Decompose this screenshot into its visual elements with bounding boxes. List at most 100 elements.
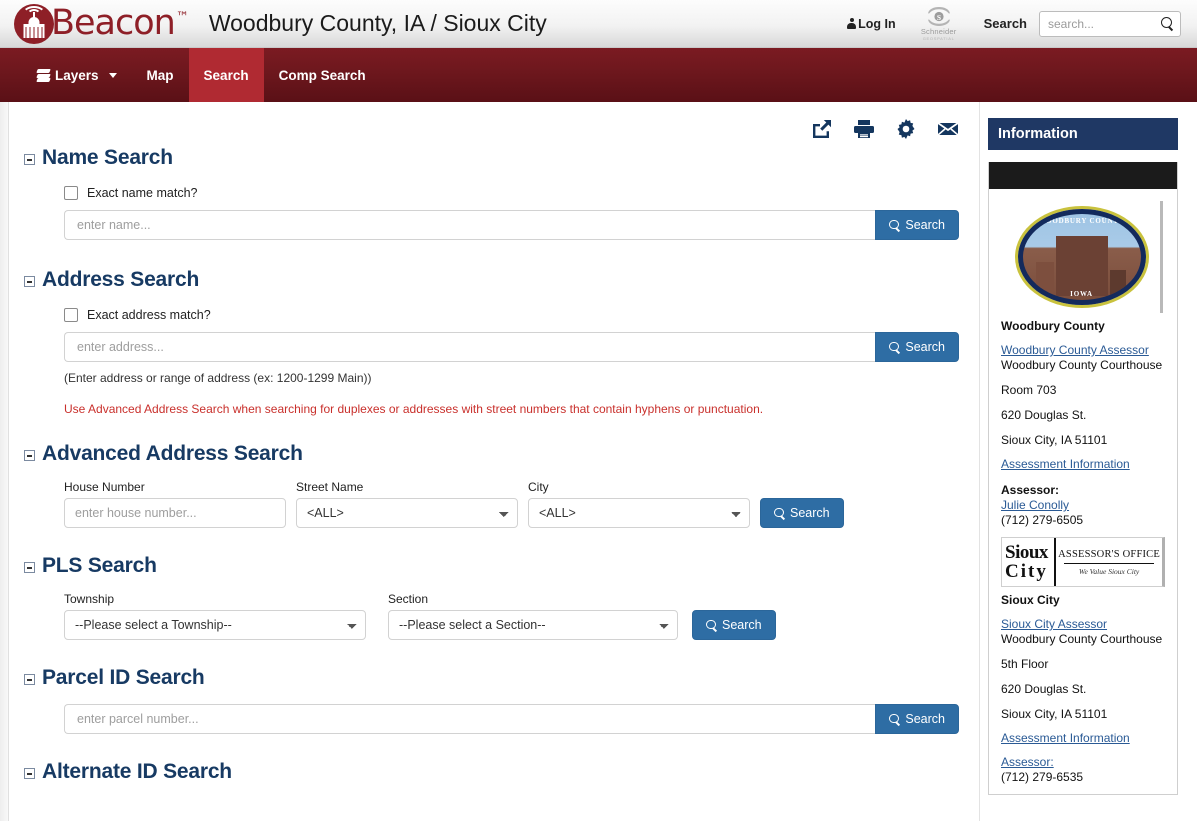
parcel-id-search-button-label: Search — [905, 712, 945, 726]
pls-search-button-label: Search — [722, 618, 762, 632]
schneider-s-icon: S — [926, 6, 952, 26]
section-label: Section — [388, 592, 429, 606]
city-field: City <ALL> — [528, 480, 750, 528]
parcel-id-search-header: Parcel ID Search — [24, 666, 979, 690]
beacon-logo-icon — [14, 3, 54, 44]
collapse-toggle-icon[interactable] — [24, 276, 35, 287]
nav-comp-search-label: Comp Search — [278, 67, 366, 83]
gear-icon[interactable] — [895, 118, 917, 140]
parcel-id-search-button[interactable]: Search — [875, 704, 959, 734]
exact-name-match-label: Exact name match? — [87, 186, 198, 200]
information-panel: WOODBURY COUNTY IOWA Woodbury County Woo… — [988, 162, 1178, 795]
header-actions: Log In S Schneider GEOSPATIAL Search — [847, 4, 1197, 44]
city-select[interactable]: <ALL> — [528, 498, 750, 528]
header-search-input[interactable] — [1046, 15, 1161, 32]
collapse-toggle-icon[interactable] — [24, 562, 35, 573]
search-forms-column: Name Search Exact name match? Search — [0, 102, 980, 821]
schneider-geospatial-logo[interactable]: S Schneider GEOSPATIAL — [918, 4, 960, 44]
township-field: Township --Please select a Township-- — [64, 592, 366, 640]
exact-address-match-checkbox[interactable] — [64, 308, 78, 322]
login-label: Log In — [858, 16, 896, 31]
woodbury-county-seal-icon: WOODBURY COUNTY IOWA — [1003, 201, 1163, 313]
main-nav: Layers Map Search Comp Search — [0, 48, 1197, 102]
brand[interactable]: Beacon™ — [0, 3, 189, 44]
name-search-input[interactable] — [64, 210, 876, 240]
county-assessment-information-link[interactable]: Assessment Information — [1001, 457, 1165, 471]
advanced-address-search-button-label: Search — [790, 506, 830, 520]
information-panel-title: Information — [988, 118, 1178, 150]
section-parcel-id-search: Parcel ID Search Search — [10, 666, 979, 734]
svg-text:S: S — [937, 12, 941, 21]
city-label: City — [528, 480, 549, 494]
sc-assessor-label-link[interactable]: Assessor: — [1001, 755, 1165, 769]
schneider-subtitle: GEOSPATIAL — [922, 35, 955, 41]
township-select[interactable]: --Please select a Township-- — [64, 610, 366, 640]
sc-assessment-information-link[interactable]: Assessment Information — [1001, 731, 1165, 745]
nav-item-map[interactable]: Map — [132, 48, 189, 102]
pls-search-header: PLS Search — [24, 554, 979, 578]
brand-name: Beacon™ — [51, 3, 189, 43]
collapse-toggle-icon[interactable] — [24, 154, 35, 165]
site-header: Beacon™ Woodbury County, IA / Sioux City… — [0, 0, 1197, 48]
collapse-toggle-icon[interactable] — [24, 768, 35, 779]
sc-floor: 5th Floor — [1001, 657, 1049, 671]
sioux-city-assessor-link[interactable]: Sioux City Assessor — [1001, 617, 1165, 631]
parcel-id-search-title: Parcel ID Search — [42, 666, 205, 689]
information-sidebar: Information WOODBURY COUNTY IOWA Woodbur… — [980, 102, 1186, 821]
share-icon[interactable] — [811, 118, 833, 140]
name-search-header: Name Search — [24, 146, 979, 170]
search-icon — [889, 219, 900, 231]
woodbury-county-assessor-link[interactable]: Woodbury County Assessor — [1001, 343, 1165, 357]
nav-layers-label: Layers — [55, 67, 99, 83]
county-phone: (712) 279-6505 — [1001, 513, 1084, 527]
email-icon[interactable] — [937, 118, 959, 140]
page-title: Woodbury County, IA / Sioux City — [208, 10, 547, 36]
sc-phone: (712) 279-6535 — [1001, 770, 1084, 784]
nav-item-comp-search[interactable]: Comp Search — [264, 48, 381, 102]
address-search-title: Address Search — [42, 268, 200, 291]
parcel-id-search-input[interactable] — [64, 704, 876, 734]
nav-item-layers[interactable]: Layers — [22, 48, 132, 102]
collapse-toggle-icon[interactable] — [24, 674, 35, 685]
section-select[interactable]: --Please select a Section-- — [388, 610, 678, 640]
advanced-address-search-header: Advanced Address Search — [24, 442, 979, 466]
section-field: Section --Please select a Section-- — [388, 592, 678, 640]
exact-name-match-checkbox[interactable] — [64, 186, 78, 200]
name-search-title: Name Search — [42, 146, 173, 169]
county-room: Room 703 — [1001, 383, 1057, 397]
layers-icon — [36, 69, 51, 82]
name-search-button[interactable]: Search — [875, 210, 959, 240]
county-courthouse: Woodbury County Courthouse — [1001, 358, 1163, 372]
house-number-input[interactable] — [64, 498, 286, 528]
county-assessor-name-link[interactable]: Julie Conolly — [1001, 498, 1165, 512]
page-body: Name Search Exact name match? Search — [0, 102, 1197, 821]
search-icon[interactable] — [1161, 17, 1174, 30]
address-search-button[interactable]: Search — [875, 332, 959, 362]
house-number-label: House Number — [64, 480, 145, 494]
sioux-city-assessor-office-logo: Sioux City ASSESSOR'S OFFICE We Value Si… — [1001, 537, 1165, 587]
sioux-city-name: Sioux City — [1001, 593, 1060, 607]
panel-banner — [989, 162, 1177, 189]
street-name-field: Street Name <ALL> — [296, 480, 518, 528]
header-search-box[interactable] — [1039, 10, 1181, 37]
sc-logo-sioux: Sioux — [1005, 542, 1048, 563]
nav-map-label: Map — [146, 67, 174, 83]
sc-logo-office-text: ASSESSOR'S OFFICE — [1058, 548, 1160, 560]
pls-search-button[interactable]: Search — [692, 610, 776, 640]
address-search-input[interactable] — [64, 332, 876, 362]
township-label: Township — [64, 592, 115, 606]
name-search-input-group: Search — [64, 210, 959, 240]
trademark-symbol: ™ — [175, 10, 189, 26]
advanced-address-search-button[interactable]: Search — [760, 498, 844, 528]
brand-name-text: Beacon — [51, 3, 176, 43]
alternate-id-search-header: Alternate ID Search — [24, 760, 979, 784]
search-icon — [706, 619, 717, 631]
chevron-down-icon — [108, 72, 117, 78]
section-address-search: Address Search Exact address match? Sear… — [10, 268, 979, 416]
login-link[interactable]: Log In — [847, 17, 896, 31]
street-name-select[interactable]: <ALL> — [296, 498, 518, 528]
collapse-toggle-icon[interactable] — [24, 450, 35, 461]
parcel-id-search-input-group: Search — [64, 704, 959, 734]
nav-item-search[interactable]: Search — [188, 48, 264, 102]
print-icon[interactable] — [853, 118, 875, 140]
